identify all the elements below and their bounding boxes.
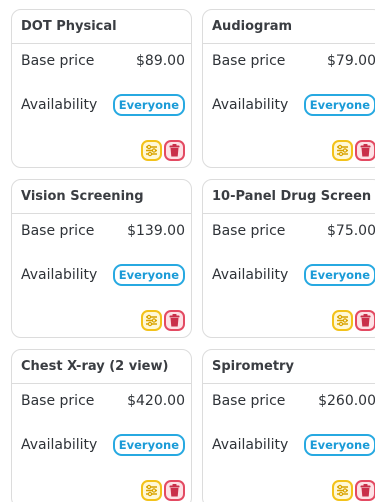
settings-button[interactable] [332,480,353,501]
delete-button[interactable] [355,140,375,161]
service-card: 10-Panel Drug Screen Base price $75.00 A… [202,179,375,338]
availability-label: Availability [21,267,98,283]
availability-label: Availability [212,97,289,113]
base-price-label: Base price [212,392,286,409]
base-price-label: Base price [21,392,95,409]
sliders-icon [146,484,157,497]
availability-badge: Everyone [303,264,375,286]
base-price-value: $89.00 [136,52,185,69]
base-price-label: Base price [212,52,286,69]
availability-row: Availability Everyone [12,77,191,133]
service-card: Audiogram Base price $79.00 Availability… [202,9,375,168]
availability-label: Availability [21,437,98,453]
card-actions [141,140,185,161]
trash-icon [360,314,371,327]
base-price-label: Base price [21,52,95,69]
price-row: Base price $260.00 [203,384,375,417]
price-row: Base price $75.00 [203,214,375,247]
base-price-label: Base price [212,222,286,239]
sliders-icon [337,484,348,497]
availability-label: Availability [21,97,98,113]
availability-label: Availability [212,437,289,453]
price-row: Base price $89.00 [12,44,191,77]
delete-button[interactable] [355,310,375,331]
card-title: 10-Panel Drug Screen [203,180,375,214]
service-card: Chest X-ray (2 view) Base price $420.00 … [11,349,192,502]
service-card: DOT Physical Base price $89.00 Availabil… [11,9,192,168]
card-title: Vision Screening [12,180,191,214]
card-actions [332,140,375,161]
base-price-value: $420.00 [127,392,185,409]
sliders-icon [337,314,348,327]
base-price-value: $139.00 [127,222,185,239]
settings-button[interactable] [141,140,162,161]
trash-icon [169,484,180,497]
settings-button[interactable] [332,310,353,331]
card-title: DOT Physical [12,10,191,44]
availability-badge: Everyone [112,94,185,116]
base-price-value: $79.00 [327,52,375,69]
card-title: Audiogram [203,10,375,44]
base-price-label: Base price [21,222,95,239]
availability-label: Availability [212,267,289,283]
availability-row: Availability Everyone [203,247,375,303]
base-price-value: $75.00 [327,222,375,239]
settings-button[interactable] [332,140,353,161]
availability-row: Availability Everyone [12,247,191,303]
sliders-icon [146,144,157,157]
service-card: Spirometry Base price $260.00 Availabili… [202,349,375,502]
availability-row: Availability Everyone [12,417,191,473]
availability-badge: Everyone [112,264,185,286]
sliders-icon [146,314,157,327]
settings-button[interactable] [141,310,162,331]
card-title: Chest X-ray (2 view) [12,350,191,384]
settings-button[interactable] [141,480,162,501]
availability-badge: Everyone [303,94,375,116]
card-actions [332,480,375,501]
price-row: Base price $79.00 [203,44,375,77]
price-row: Base price $420.00 [12,384,191,417]
availability-badge: Everyone [303,434,375,456]
trash-icon [169,314,180,327]
base-price-value: $260.00 [318,392,375,409]
card-actions [332,310,375,331]
availability-row: Availability Everyone [203,77,375,133]
service-card-grid: DOT Physical Base price $89.00 Availabil… [0,0,375,502]
availability-row: Availability Everyone [203,417,375,473]
service-card: Vision Screening Base price $139.00 Avai… [11,179,192,338]
card-actions [141,480,185,501]
delete-button[interactable] [164,140,185,161]
sliders-icon [337,144,348,157]
trash-icon [169,144,180,157]
card-actions [141,310,185,331]
delete-button[interactable] [355,480,375,501]
delete-button[interactable] [164,310,185,331]
trash-icon [360,144,371,157]
trash-icon [360,484,371,497]
price-row: Base price $139.00 [12,214,191,247]
card-title: Spirometry [203,350,375,384]
availability-badge: Everyone [112,434,185,456]
delete-button[interactable] [164,480,185,501]
